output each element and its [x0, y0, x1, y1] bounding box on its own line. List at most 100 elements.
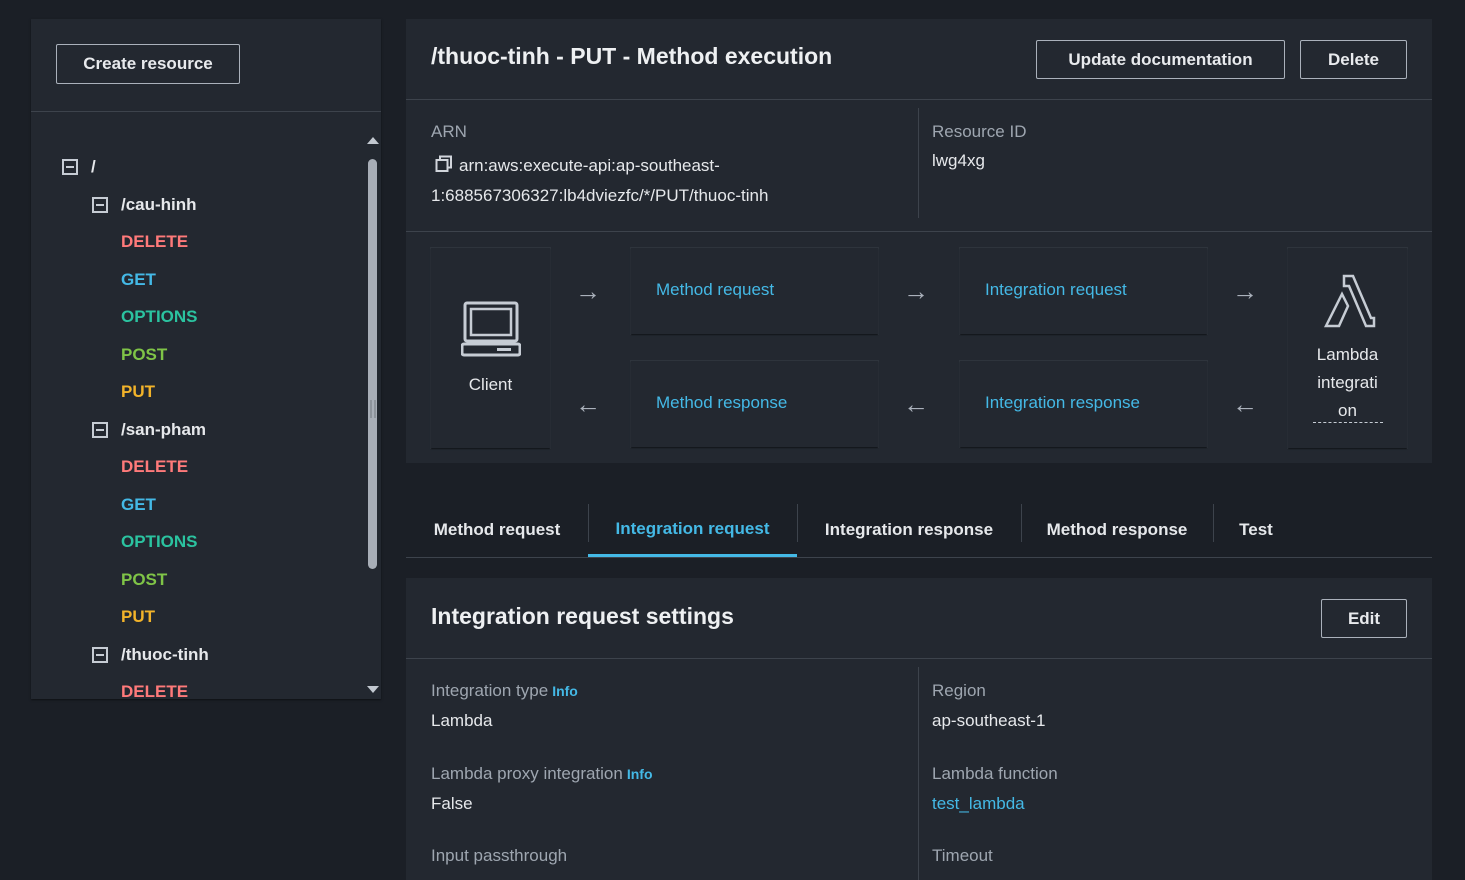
client-card: Client — [431, 248, 550, 448]
tab-test[interactable]: Test — [1213, 503, 1299, 557]
delete-button[interactable]: Delete — [1300, 40, 1407, 79]
integration-type-value: Lambda — [431, 711, 493, 730]
column-divider — [918, 667, 919, 880]
tree-method-post[interactable]: POST — [121, 342, 167, 368]
resource-tree-panel: Create resource / /cau-hinh DELETE GET O… — [31, 19, 381, 701]
tree-item-label: /cau-hinh — [121, 195, 197, 214]
laptop-icon — [431, 300, 550, 363]
lambda-label-line1: Lambda — [1316, 345, 1379, 364]
column-divider — [918, 108, 919, 218]
arn-value-line2: 1:688567306327:lb4dviezfc/*/PUT/thuoc-ti… — [431, 186, 769, 205]
lambda-label-line2: integrati — [1317, 373, 1378, 392]
tab-integration-request[interactable]: Integration request — [588, 503, 797, 557]
collapse-icon[interactable] — [62, 159, 78, 175]
settings-header: Integration request settings Edit — [406, 578, 1432, 659]
info-link[interactable]: Info — [552, 683, 578, 699]
tree-method-delete[interactable]: DELETE — [121, 679, 188, 701]
tree-item-label: /san-pham — [121, 420, 207, 439]
tree-method-delete[interactable]: DELETE — [121, 229, 188, 255]
arrow-right-icon: → — [903, 276, 929, 306]
arrow-right-icon: → — [1232, 276, 1258, 306]
method-response-card[interactable]: Method response — [631, 361, 878, 447]
lambda-label-line3: on — [1312, 400, 1383, 423]
tab-method-response[interactable]: Method response — [1021, 503, 1213, 557]
tree-method-delete[interactable]: DELETE — [121, 454, 188, 480]
arrow-left-icon: ← — [903, 389, 929, 419]
timeout-field: Timeout — [932, 846, 993, 866]
scrollbar-thumb[interactable] — [368, 159, 377, 569]
integration-request-link[interactable]: Integration request — [985, 280, 1127, 300]
tree-item-label: / — [91, 157, 96, 176]
lambda-integration-card[interactable]: Lambda integrati on — [1288, 248, 1407, 448]
arrow-left-icon: ← — [575, 389, 601, 419]
resource-id-label: Resource ID — [932, 122, 1027, 141]
timeout-label: Timeout — [932, 846, 993, 865]
integration-response-card[interactable]: Integration response — [960, 361, 1207, 447]
execution-flow-diagram: Client → ← Method request Method respons… — [406, 232, 1432, 463]
method-response-link[interactable]: Method response — [656, 393, 787, 413]
scroll-up-arrow-icon[interactable] — [367, 137, 379, 144]
scroll-down-arrow-icon[interactable] — [367, 686, 379, 693]
tree-method-put[interactable]: PUT — [121, 604, 155, 630]
collapse-icon[interactable] — [92, 647, 108, 663]
lambda-function-link[interactable]: test_lambda — [932, 794, 1058, 814]
lambda-function-label: Lambda function — [932, 764, 1058, 783]
lambda-proxy-field: Lambda proxy integration Info False — [431, 764, 653, 814]
method-execution-header: /thuoc-tinh - PUT - Method execution Upd… — [406, 19, 1432, 100]
page-title: /thuoc-tinh - PUT - Method execution — [431, 43, 833, 69]
method-request-link[interactable]: Method request — [656, 280, 774, 300]
tree-method-options[interactable]: OPTIONS — [121, 529, 198, 555]
input-passthrough-field: Input passthrough — [431, 846, 567, 866]
collapse-icon[interactable] — [92, 197, 108, 213]
tree-method-put[interactable]: PUT — [121, 379, 155, 405]
tree-item-cau-hinh[interactable]: /cau-hinh — [92, 192, 197, 218]
info-link[interactable]: Info — [627, 766, 653, 782]
input-passthrough-label: Input passthrough — [431, 846, 568, 865]
method-tabs: Method request Integration request Integ… — [406, 503, 1432, 558]
integration-request-settings-panel: Integration request settings Edit Integr… — [406, 578, 1432, 880]
tree-item-san-pham[interactable]: /san-pham — [92, 417, 206, 443]
tree-method-get[interactable]: GET — [121, 267, 156, 293]
integration-type-field: Integration type Info Lambda — [431, 681, 578, 731]
create-resource-button[interactable]: Create resource — [56, 44, 240, 84]
resource-id-field: Resource ID lwg4xg — [932, 122, 1026, 171]
resource-id-value: lwg4xg — [932, 151, 985, 170]
method-execution-panel: /thuoc-tinh - PUT - Method execution Upd… — [406, 19, 1432, 463]
resource-tree: / /cau-hinh DELETE GET OPTIONS POST PUT … — [31, 131, 381, 701]
update-documentation-button[interactable]: Update documentation — [1036, 40, 1285, 79]
tree-method-post[interactable]: POST — [121, 567, 167, 593]
panel-resize-handle-icon[interactable] — [370, 400, 376, 418]
collapse-icon[interactable] — [92, 422, 108, 438]
region-value: ap-southeast-1 — [932, 711, 1046, 730]
arn-value-line1: arn:aws:execute-api:ap-southeast- — [459, 156, 720, 175]
lambda-icon — [1288, 272, 1407, 335]
lambda-proxy-label: Lambda proxy integration — [431, 764, 623, 783]
tree-item-label: /thuoc-tinh — [121, 645, 209, 664]
client-label: Client — [468, 375, 513, 394]
settings-title: Integration request settings — [431, 603, 734, 629]
integration-request-card[interactable]: Integration request — [960, 248, 1207, 334]
region-label: Region — [932, 681, 986, 700]
region-field: Region ap-southeast-1 — [932, 681, 1045, 731]
lambda-proxy-value: False — [431, 794, 473, 813]
copy-icon[interactable] — [435, 154, 453, 182]
tree-method-get[interactable]: GET — [121, 492, 156, 518]
arn-field: ARN arn:aws:execute-api:ap-southeast- 1:… — [431, 122, 831, 205]
integration-response-link[interactable]: Integration response — [985, 393, 1140, 413]
method-request-card[interactable]: Method request — [631, 248, 878, 334]
integration-type-label: Integration type — [431, 681, 549, 700]
tree-method-options[interactable]: OPTIONS — [121, 304, 198, 330]
tree-scrollbar[interactable] — [367, 137, 379, 701]
tree-item-root[interactable]: / — [62, 154, 96, 180]
arrow-left-icon: ← — [1232, 389, 1258, 419]
lambda-integration-label[interactable]: Lambda integrati on — [1288, 341, 1407, 425]
method-details: ARN arn:aws:execute-api:ap-southeast- 1:… — [406, 100, 1432, 232]
tab-integration-response[interactable]: Integration response — [797, 503, 1021, 557]
resource-tree-header: Create resource — [31, 19, 381, 112]
arrow-right-icon: → — [575, 276, 601, 306]
edit-button[interactable]: Edit — [1321, 599, 1407, 638]
tab-method-request[interactable]: Method request — [406, 503, 588, 557]
lambda-function-field: Lambda function test_lambda — [932, 764, 1058, 814]
arn-value: arn:aws:execute-api:ap-southeast- 1:6885… — [431, 152, 851, 210]
tree-item-thuoc-tinh[interactable]: /thuoc-tinh — [92, 642, 209, 668]
